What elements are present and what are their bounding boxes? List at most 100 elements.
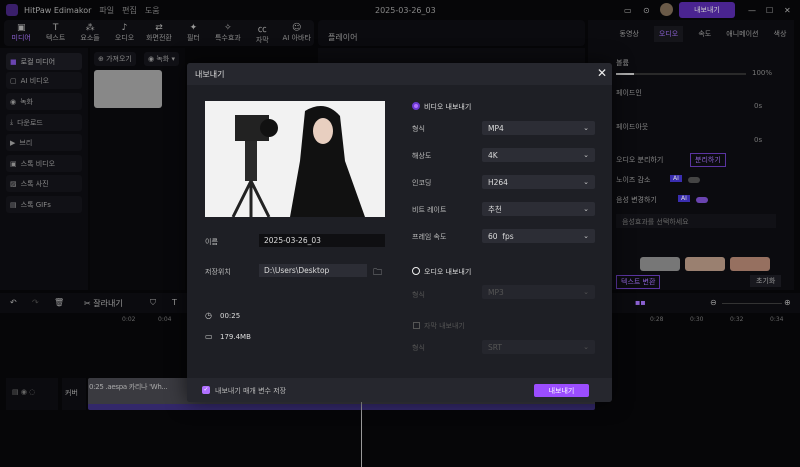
tab-speed[interactable]: 속도 bbox=[698, 29, 711, 39]
player-label: 플레이어 bbox=[328, 33, 358, 42]
export-top-button[interactable]: 내보내기 bbox=[679, 2, 735, 18]
download-icon[interactable]: ⊙ bbox=[643, 6, 650, 15]
record-dropdown[interactable]: ◉ 녹화 ▾ bbox=[144, 52, 179, 66]
track-controls[interactable]: ▤ ◉ ◌ bbox=[6, 378, 58, 410]
encoder-select[interactable]: H264 ⌄ bbox=[482, 175, 595, 189]
name-input[interactable]: 2025-03-26_03 bbox=[259, 234, 385, 247]
transition-icon: ⇄ bbox=[155, 23, 163, 33]
location-input[interactable]: D:\Users\Desktop bbox=[259, 264, 367, 277]
avatar[interactable] bbox=[660, 3, 673, 16]
framerate-select[interactable]: 60 fps ⌄ bbox=[482, 229, 595, 243]
tool-effects[interactable]: ✧ 특수효과 bbox=[211, 20, 245, 46]
close-window-icon[interactable]: ✕ bbox=[784, 6, 791, 15]
zoom-out-icon[interactable]: ⊖ bbox=[710, 298, 717, 307]
audio-export-radio[interactable] bbox=[412, 267, 420, 275]
undo-icon[interactable]: ↶ bbox=[10, 298, 17, 307]
mask-icon[interactable]: ⛉ bbox=[150, 298, 156, 308]
sidebar-item-stock-gifs[interactable]: ▤ 스톡 GIFs bbox=[6, 196, 82, 213]
tool-transition[interactable]: ⇄ 화면전환 bbox=[142, 20, 176, 46]
chevron-down-icon: ⌄ bbox=[583, 288, 589, 296]
close-icon[interactable]: ✕ bbox=[597, 66, 607, 80]
tab-audio[interactable]: 오디오 bbox=[653, 26, 684, 42]
separate-button[interactable]: 분리하기 bbox=[690, 153, 726, 167]
voice-effect-select[interactable]: 음성효과를 선택하세요 bbox=[616, 214, 776, 228]
filter-icon: ✦ bbox=[189, 23, 198, 33]
export-button[interactable]: 내보내기 bbox=[534, 384, 589, 397]
encoder-value: H264 bbox=[488, 177, 508, 187]
import-label: 가져오기 bbox=[106, 55, 132, 63]
encoder-label: 인코딩 bbox=[412, 179, 432, 187]
voice-avatar[interactable] bbox=[730, 257, 770, 271]
fade-out-value[interactable]: 0s bbox=[754, 136, 762, 144]
tool-label: 화면전환 bbox=[146, 34, 172, 42]
tab-video[interactable]: 동영상 bbox=[620, 29, 639, 39]
project-title: 2025-03-26_03 bbox=[375, 5, 436, 15]
link-icon[interactable]: ▪▪ bbox=[635, 298, 646, 307]
player-header: 플레이어 bbox=[318, 20, 585, 46]
sidebar-label: 녹화 bbox=[20, 97, 33, 106]
feedback-icon[interactable]: ▭ bbox=[624, 6, 632, 15]
menu-help[interactable]: 도움 bbox=[145, 6, 160, 15]
format-select[interactable]: MP4 ⌄ bbox=[482, 121, 595, 135]
resolution-select[interactable]: 4K ⌄ bbox=[482, 148, 595, 162]
video-export-radio[interactable] bbox=[412, 102, 420, 110]
preview-image bbox=[231, 106, 365, 217]
tool-elements[interactable]: ⁂ 요소들 bbox=[73, 20, 107, 46]
voice-avatar[interactable] bbox=[640, 257, 680, 271]
subtitle-format-select[interactable]: SRT ⌄ bbox=[482, 340, 595, 354]
import-button[interactable]: ⊕ 가져오기 bbox=[94, 52, 136, 66]
maximize-icon[interactable]: ☐ bbox=[766, 6, 773, 15]
audio-format-select[interactable]: MP3 ⌄ bbox=[482, 285, 595, 299]
tool-ai-avatar[interactable]: ☺ AI 아바타 bbox=[280, 20, 314, 46]
cut-label: 잘라내기 bbox=[93, 299, 123, 308]
bitrate-select[interactable]: 추천 ⌄ bbox=[482, 202, 595, 216]
sidebar-label: 스톡 사진 bbox=[20, 179, 49, 188]
tool-media[interactable]: ▣ 미디어 bbox=[4, 20, 38, 46]
reset-button[interactable]: 초기화 bbox=[750, 275, 782, 287]
tool-text[interactable]: T 텍스트 bbox=[38, 20, 72, 46]
tab-animation[interactable]: 애니메이션 bbox=[726, 29, 758, 39]
sidebar-item-local-media[interactable]: ■ 로컬 미디어 bbox=[6, 53, 82, 70]
save-params-checkbox[interactable]: ✓ bbox=[202, 386, 210, 394]
media-sidebar: ■ 로컬 미디어 ▢ AI 비디오 ◉ 녹화 ⤓ 다운로드 ▶ 브리 ▣ 스톡 비디오 ▨ 스… bbox=[0, 48, 88, 290]
app-name: HitPaw Edimakor bbox=[24, 5, 92, 15]
sidebar-item-stock-video[interactable]: ▣ 스톡 비디오 bbox=[6, 155, 82, 172]
ruler-tick: 0:32 bbox=[730, 316, 744, 323]
tool-subtitle[interactable]: ㏄ 자막 bbox=[245, 20, 279, 46]
voice-avatar[interactable] bbox=[685, 257, 725, 271]
ai-video-icon: ▢ bbox=[10, 76, 17, 85]
ruler-tick: 0:04 bbox=[158, 316, 172, 323]
voice-change-toggle[interactable] bbox=[696, 197, 708, 203]
volume-value[interactable]: 100% bbox=[752, 69, 772, 77]
sidebar-item-download[interactable]: ⤓ 다운로드 bbox=[6, 114, 82, 131]
text-tool-icon[interactable]: T bbox=[172, 298, 177, 307]
sidebar-item-brie[interactable]: ▶ 브리 bbox=[6, 134, 82, 151]
delete-icon[interactable]: 🗑 bbox=[54, 298, 64, 307]
denoise-toggle[interactable] bbox=[688, 177, 700, 183]
zoom-slider[interactable] bbox=[722, 303, 782, 304]
subtitle-export-checkbox[interactable] bbox=[413, 322, 420, 329]
zoom-in-icon[interactable]: ⊕ bbox=[784, 298, 791, 307]
menu-edit[interactable]: 편집 bbox=[122, 6, 137, 15]
folder-icon[interactable]: 🗀 bbox=[373, 265, 382, 281]
video-preview bbox=[205, 101, 385, 217]
sidebar-item-ai-video[interactable]: ▢ AI 비디오 bbox=[6, 72, 82, 89]
fade-in-value[interactable]: 0s bbox=[754, 102, 762, 110]
sidebar-item-record[interactable]: ◉ 녹화 bbox=[6, 93, 82, 110]
tool-audio[interactable]: ♪ 오디오 bbox=[107, 20, 141, 46]
media-thumbnail[interactable] bbox=[94, 70, 162, 108]
redo-icon[interactable]: ↷ bbox=[32, 298, 39, 307]
sidebar-item-stock-photo[interactable]: ▨ 스톡 사진 bbox=[6, 175, 82, 192]
tab-color[interactable]: 색상 bbox=[774, 29, 787, 39]
resolution-value: 4K bbox=[488, 150, 498, 160]
main-toolbar: ▣ 미디어 T 텍스트 ⁂ 요소들 ♪ 오디오 ⇄ 화면전환 ✦ 필터 ✧ 특수효과 ㏄ 자막 … bbox=[4, 20, 314, 46]
text-to-speech-button[interactable]: 텍스트 변환 bbox=[616, 275, 661, 289]
cut-button[interactable]: ✂ 잘라내기 bbox=[84, 298, 123, 309]
cover-button[interactable]: 커버 bbox=[62, 378, 86, 410]
volume-slider[interactable] bbox=[616, 73, 746, 75]
fade-in-label: 페이드인 bbox=[616, 89, 642, 97]
minimize-icon[interactable]: — bbox=[748, 6, 756, 15]
sidebar-label: 로컬 미디어 bbox=[20, 57, 56, 66]
tool-filter[interactable]: ✦ 필터 bbox=[176, 20, 210, 46]
menu-file[interactable]: 파일 bbox=[99, 6, 114, 15]
